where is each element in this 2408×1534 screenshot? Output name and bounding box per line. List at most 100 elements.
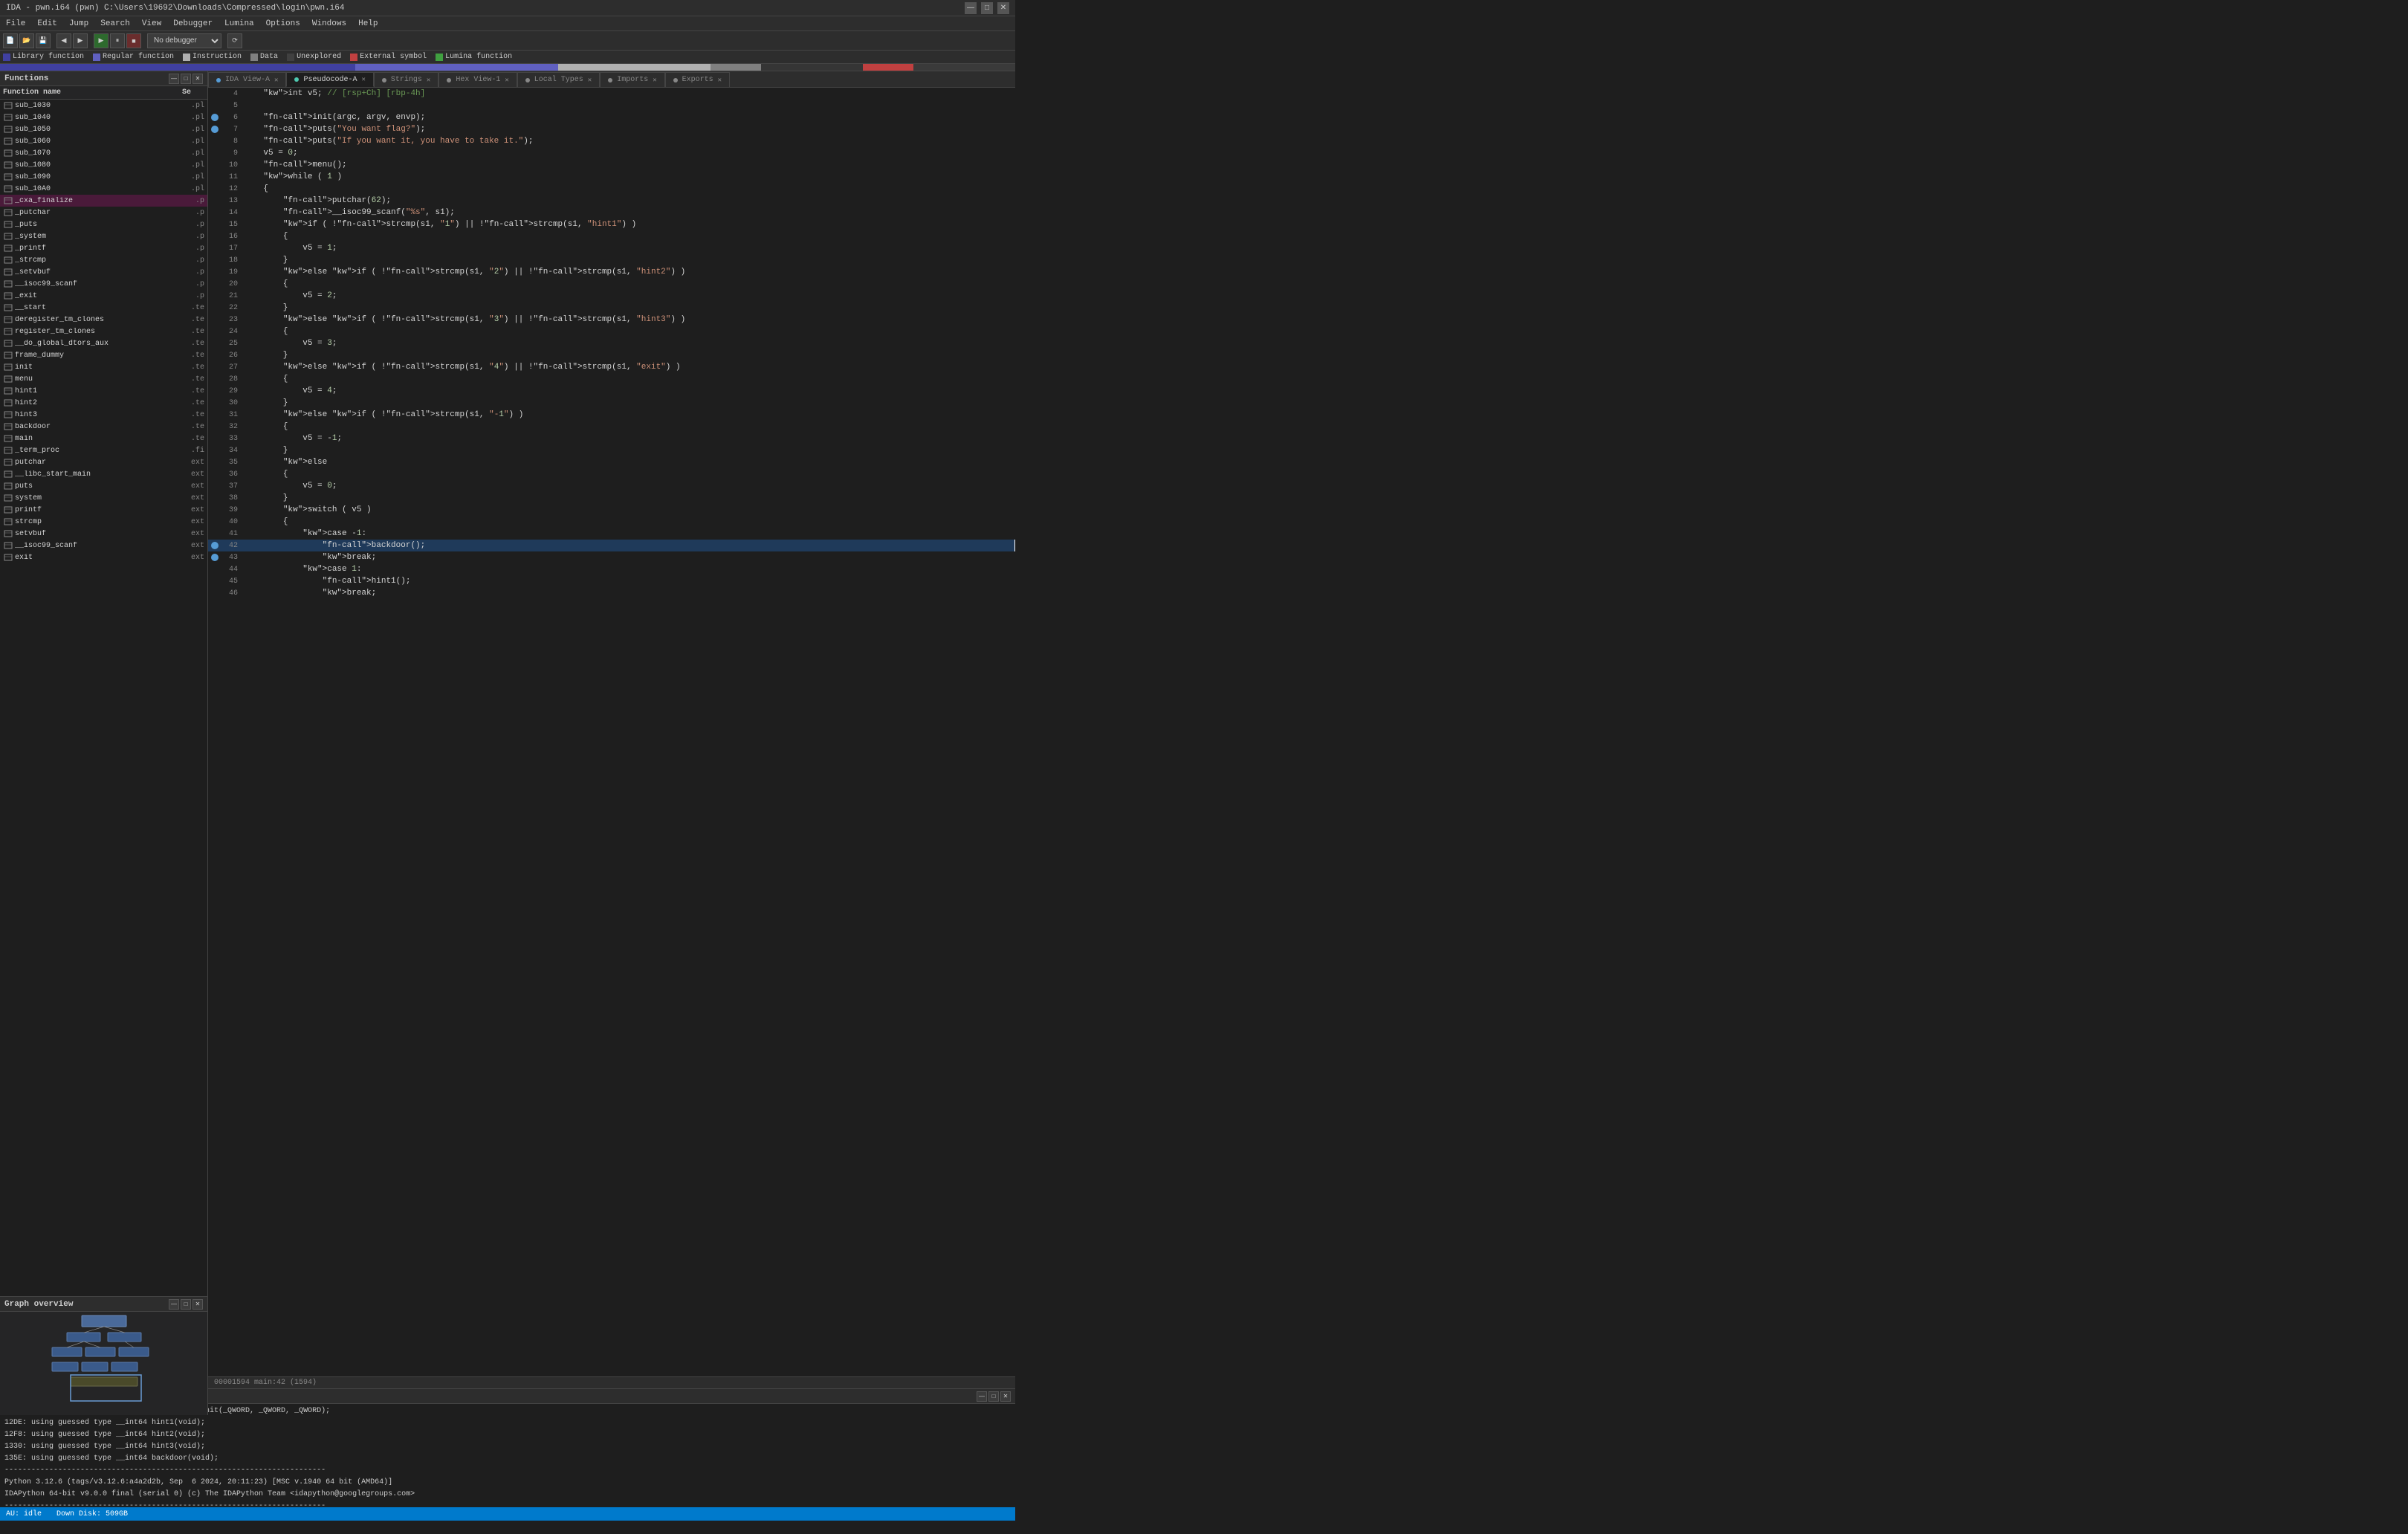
function-item[interactable]: _term_proc.fi [0, 444, 207, 456]
function-item[interactable]: putcharext [0, 456, 207, 468]
code-line[interactable]: 37 v5 = 0; [208, 480, 1015, 492]
output-minimize[interactable]: — [977, 1391, 987, 1402]
function-item[interactable]: hint2.te [0, 397, 207, 409]
code-line[interactable]: 18 } [208, 254, 1015, 266]
code-line[interactable]: 35 "kw">else [208, 456, 1015, 468]
function-item[interactable]: _exit.p [0, 290, 207, 302]
run-button[interactable]: ▶ [94, 33, 109, 48]
tab-close[interactable]: ✕ [274, 77, 278, 84]
tab-close[interactable]: ✕ [718, 77, 722, 84]
function-item[interactable]: strcmpext [0, 516, 207, 528]
function-item[interactable]: init.te [0, 361, 207, 373]
code-line[interactable]: 26 } [208, 349, 1015, 361]
tab-close[interactable]: ✕ [588, 77, 592, 84]
menu-file[interactable]: File [3, 19, 28, 28]
code-line[interactable]: 41 "kw">case -1: [208, 528, 1015, 540]
code-line[interactable]: 24 { [208, 326, 1015, 337]
code-line[interactable]: 44 "kw">case 1: [208, 563, 1015, 575]
stop-button[interactable]: ■ [126, 33, 141, 48]
function-item[interactable]: printfext [0, 504, 207, 516]
graph-content[interactable] [0, 1312, 207, 1415]
function-item[interactable]: __libc_start_mainext [0, 468, 207, 480]
function-item[interactable]: _puts.p [0, 219, 207, 230]
menu-jump[interactable]: Jump [66, 19, 91, 28]
tab-close[interactable]: ✕ [361, 76, 365, 83]
function-item[interactable]: _system.p [0, 230, 207, 242]
function-item[interactable]: __start.te [0, 302, 207, 314]
code-line[interactable]: 7 "fn-call">puts("You want flag?"); [208, 123, 1015, 135]
code-line[interactable]: 17 v5 = 1; [208, 242, 1015, 254]
function-item[interactable]: __isoc99_scanfext [0, 540, 207, 551]
tab-hex-view-1[interactable]: Hex View-1✕ [438, 72, 517, 87]
menu-help[interactable]: Help [355, 19, 381, 28]
function-item[interactable]: menu.te [0, 373, 207, 385]
function-item[interactable]: sub_1050.pl [0, 123, 207, 135]
code-line[interactable]: 34 } [208, 444, 1015, 456]
function-item[interactable]: sub_1080.pl [0, 159, 207, 171]
code-line[interactable]: 6 "fn-call">init(argc, argv, envp); [208, 111, 1015, 123]
menu-edit[interactable]: Edit [34, 19, 59, 28]
code-line[interactable]: 45 "fn-call">hint1(); [208, 575, 1015, 587]
output-content[interactable]: 1229: using guessed type __int64 __fastc… [0, 1404, 1015, 1507]
tab-close[interactable]: ✕ [427, 77, 430, 84]
code-line[interactable]: 10 "fn-call">menu(); [208, 159, 1015, 171]
code-line[interactable]: 32 { [208, 421, 1015, 433]
minimize-button[interactable]: — [965, 2, 977, 14]
code-line[interactable]: 8 "fn-call">puts("If you want it, you ha… [208, 135, 1015, 147]
function-item[interactable]: backdoor.te [0, 421, 207, 433]
function-item[interactable]: main.te [0, 433, 207, 444]
pause-button[interactable]: ⏸ [110, 33, 125, 48]
code-line[interactable]: 9 v5 = 0; [208, 147, 1015, 159]
function-item[interactable]: deregister_tm_clones.te [0, 314, 207, 326]
close-button[interactable]: ✕ [997, 2, 1009, 14]
save-button[interactable]: 💾 [36, 33, 51, 48]
code-area[interactable]: 4 "kw">int v5; // [rsp+Ch] [rbp-4h]56 "f… [208, 88, 1015, 1376]
function-item[interactable]: sub_10A0.pl [0, 183, 207, 195]
menu-options[interactable]: Options [263, 19, 303, 28]
code-line[interactable]: 11 "kw">while ( 1 ) [208, 171, 1015, 183]
function-item[interactable]: _strcmp.p [0, 254, 207, 266]
forward-button[interactable]: ▶ [73, 33, 88, 48]
menu-windows[interactable]: Windows [309, 19, 349, 28]
tab-imports[interactable]: Imports✕ [600, 72, 664, 87]
code-line[interactable]: 43 "kw">break; [208, 551, 1015, 563]
function-item[interactable]: sub_1070.pl [0, 147, 207, 159]
function-item[interactable]: exitext [0, 551, 207, 563]
graph-ctrl-btn[interactable]: □ [181, 1299, 191, 1310]
function-item[interactable]: _cxa_finalize.p [0, 195, 207, 207]
function-item[interactable]: setvbufext [0, 528, 207, 540]
code-line[interactable]: 40 { [208, 516, 1015, 528]
code-line[interactable]: 33 v5 = -1; [208, 433, 1015, 444]
back-button[interactable]: ◀ [56, 33, 71, 48]
function-item[interactable]: __do_global_dtors_aux.te [0, 337, 207, 349]
code-line[interactable]: 22 } [208, 302, 1015, 314]
graph-ctrl-btn[interactable]: ✕ [192, 1299, 203, 1310]
tab-local-types[interactable]: Local Types✕ [517, 72, 600, 87]
tab-ida-view-a[interactable]: IDA View-A✕ [208, 72, 286, 87]
functions-minimize[interactable]: — [169, 74, 179, 84]
code-line[interactable]: 21 v5 = 2; [208, 290, 1015, 302]
function-item[interactable]: systemext [0, 492, 207, 504]
function-item[interactable]: sub_1060.pl [0, 135, 207, 147]
code-line[interactable]: 30 } [208, 397, 1015, 409]
function-item[interactable]: hint3.te [0, 409, 207, 421]
function-item[interactable]: __isoc99_scanf.p [0, 278, 207, 290]
menu-debugger[interactable]: Debugger [170, 19, 216, 28]
function-item[interactable]: frame_dummy.te [0, 349, 207, 361]
function-item[interactable]: putsext [0, 480, 207, 492]
code-line[interactable]: 31 "kw">else "kw">if ( !"fn-call">strcmp… [208, 409, 1015, 421]
code-line[interactable]: 20 { [208, 278, 1015, 290]
code-line[interactable]: 27 "kw">else "kw">if ( !"fn-call">strcmp… [208, 361, 1015, 373]
tab-close[interactable]: ✕ [653, 77, 656, 84]
functions-list[interactable]: sub_1030.plsub_1040.plsub_1050.plsub_106… [0, 100, 207, 1375]
maximize-button[interactable]: □ [981, 2, 993, 14]
sync-button[interactable]: ⟳ [227, 33, 242, 48]
output-close[interactable]: ✕ [1000, 1391, 1011, 1402]
tab-strings[interactable]: Strings✕ [374, 72, 438, 87]
functions-float[interactable]: □ [181, 74, 191, 84]
function-item[interactable]: hint1.te [0, 385, 207, 397]
code-line[interactable]: 5 [208, 100, 1015, 111]
functions-close[interactable]: ✕ [192, 74, 203, 84]
function-item[interactable]: sub_1040.pl [0, 111, 207, 123]
code-line[interactable]: 23 "kw">else "kw">if ( !"fn-call">strcmp… [208, 314, 1015, 326]
